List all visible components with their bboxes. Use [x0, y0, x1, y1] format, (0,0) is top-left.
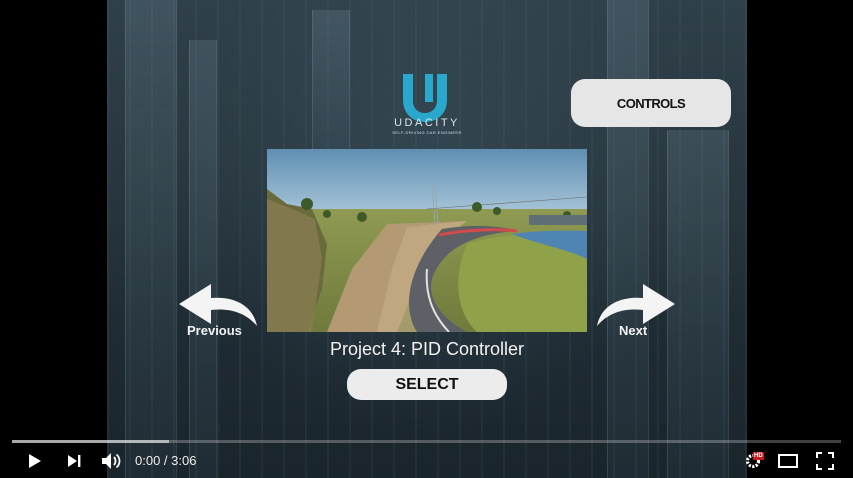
- progress-bar[interactable]: [12, 440, 841, 443]
- fullscreen-button[interactable]: [813, 449, 837, 473]
- next-button-label[interactable]: Next: [619, 323, 647, 338]
- previous-button-label[interactable]: Previous: [187, 323, 242, 338]
- next-video-button[interactable]: [64, 449, 86, 473]
- background-building: [125, 0, 177, 478]
- controls-button[interactable]: CONTROLS: [571, 79, 731, 127]
- brand-tagline: SELF-DRIVING CAR ENGINEER: [392, 130, 462, 135]
- background-building: [607, 0, 649, 478]
- fullscreen-icon: [816, 452, 834, 470]
- hd-badge: HD: [753, 452, 764, 460]
- volume-button[interactable]: [100, 449, 124, 473]
- background-building: [189, 40, 217, 478]
- play-icon: [29, 454, 41, 468]
- next-icon: [68, 455, 81, 467]
- project-title: Project 4: PID Controller: [329, 339, 525, 359]
- progress-loaded: [12, 440, 169, 443]
- background-building: [312, 10, 350, 150]
- volume-icon: [102, 453, 121, 469]
- video-frame[interactable]: UDACITY SELF-DRIVING CAR ENGINEER CONTRO…: [107, 0, 747, 478]
- track-preview-image: [267, 149, 587, 332]
- time-display: 0:00 / 3:06: [135, 453, 197, 468]
- play-button[interactable]: [24, 449, 46, 473]
- theater-mode-button[interactable]: [776, 449, 800, 473]
- theater-icon: [778, 454, 798, 468]
- select-button[interactable]: SELECT: [347, 369, 507, 400]
